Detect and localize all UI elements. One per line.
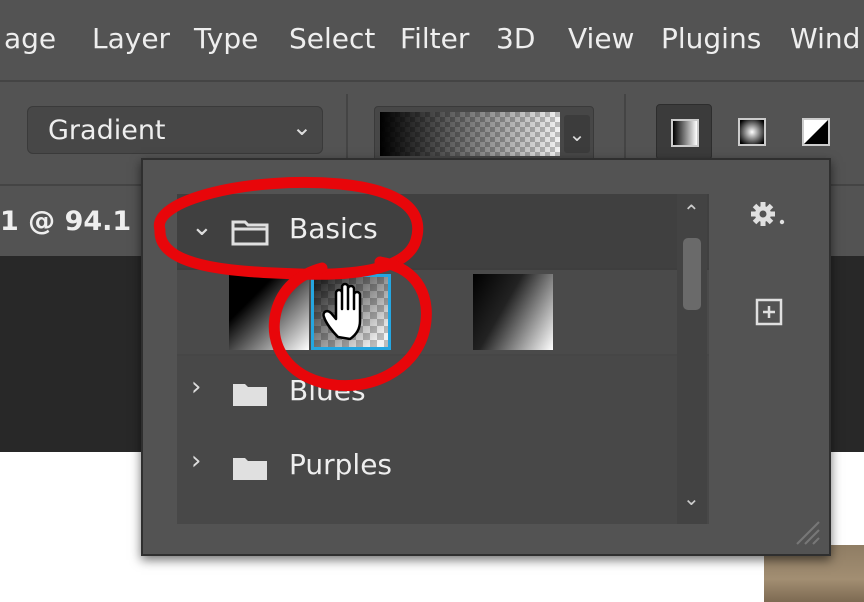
folder-icon [233,384,267,406]
menu-select[interactable]: Select [289,22,375,55]
radial-gradient-button[interactable] [724,104,780,160]
chevron-down-icon[interactable]: ⌄ [191,212,213,242]
folder-icon [233,458,267,480]
linear-gradient-icon [671,119,699,147]
folder-icon [231,220,269,246]
preset-group-label: Purples [289,448,393,481]
add-preset-icon[interactable] [755,298,783,326]
menu-3d[interactable]: 3D [496,22,535,55]
gear-icon[interactable] [749,200,789,230]
radial-gradient-icon [738,118,766,146]
document-tab[interactable]: 1 @ 94.1 [0,206,131,237]
chevron-down-icon: ⌄ [291,113,312,141]
preset-group-blues[interactable]: › Blues [177,356,709,432]
gradient-presets-panel: ⌄ Basics › Blues › Purples ⌃ ⌄ [141,158,831,556]
chevron-down-icon[interactable]: ⌄ [683,486,700,510]
preset-group-partial[interactable] [177,504,709,524]
menu-plugins[interactable]: Plugins [661,22,761,55]
photoshop-window: age Layer Type Select Filter 3D View Plu… [0,0,864,602]
preset-group-basics[interactable]: ⌄ Basics [177,194,709,270]
gradient-picker[interactable]: ⌄ [374,106,594,162]
chevron-up-icon[interactable]: ⌃ [683,200,700,224]
preset-group-label: Basics [289,212,378,245]
menu-layer[interactable]: Layer [92,22,170,55]
menu-image[interactable]: age [4,22,56,55]
menu-filter[interactable]: Filter [400,22,469,55]
preset-list-scrollbar[interactable]: ⌃ ⌄ [677,194,707,524]
linear-gradient-button[interactable] [656,104,712,160]
menu-bar: age Layer Type Select Filter 3D View Plu… [0,0,864,82]
chevron-right-icon[interactable]: › [191,446,201,476]
gradient-swatch-selected[interactable] [311,274,391,350]
angle-gradient-button[interactable] [788,104,844,160]
gradient-swatch[interactable] [229,274,309,350]
chevron-down-icon[interactable]: ⌄ [564,115,590,153]
angle-gradient-icon [802,118,830,146]
menu-window[interactable]: Wind [790,22,860,55]
preset-group-label: Blues [289,374,366,407]
preset-swatch-grid [177,270,709,354]
scrollbar-thumb[interactable] [683,238,701,310]
menu-view[interactable]: View [568,22,634,55]
gradient-swatch[interactable] [473,274,553,350]
resize-grip-icon[interactable] [793,518,821,546]
hand-cursor-icon [322,282,362,341]
gradient-preview[interactable] [380,112,560,156]
preset-group-purples[interactable]: › Purples [177,430,709,506]
tool-mode-label: Gradient [48,115,166,146]
menu-type[interactable]: Type [194,22,258,55]
tool-mode-dropdown[interactable]: Gradient ⌄ [27,106,323,154]
gradient-preset-list[interactable]: ⌄ Basics › Blues › Purples [177,194,709,524]
chevron-right-icon[interactable]: › [191,372,201,402]
